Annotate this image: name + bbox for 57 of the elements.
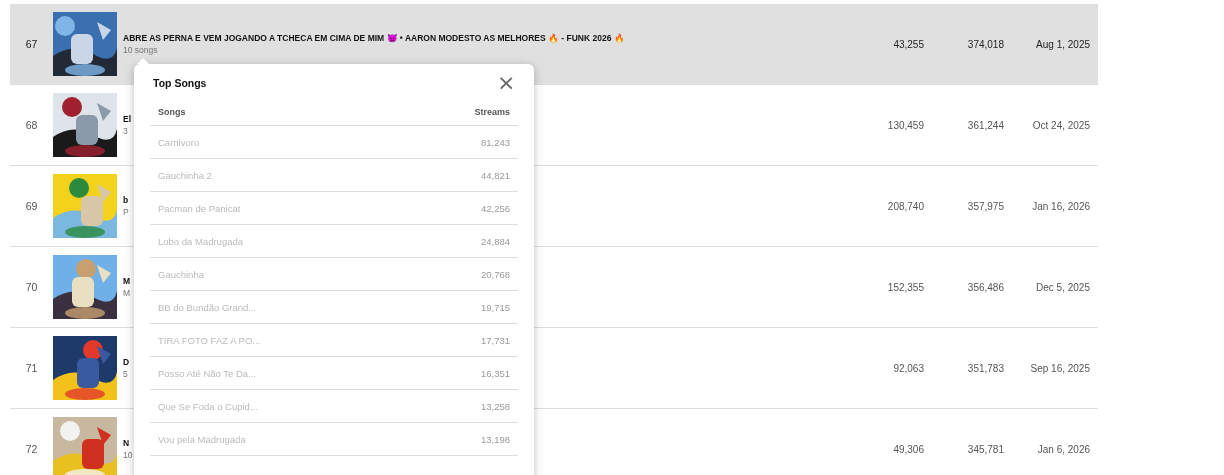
table-cell-text: 351,783 — [966, 362, 1004, 374]
stream-count: 17,731 — [480, 334, 510, 346]
playlist-title: ABRE AS PERNA E VEM JOGANDO A TCHECA EM CIMA DE MIM 😈 • AARON MODESTO AS MELHORES 🔥 - FUNK 2026 🔥 — [123, 33, 625, 43]
table-cell-text: 43,255 — [892, 38, 924, 50]
stream-count: 13,198 — [480, 433, 510, 445]
table-cell-text: 208,740 — [886, 200, 924, 212]
playlist-title: D — [123, 357, 130, 367]
rank-number: 72 — [24, 443, 39, 455]
stream-count: 81,243 — [480, 136, 510, 148]
stream-count: 16,351 — [480, 367, 510, 379]
stream-count: 42,256 — [480, 202, 510, 214]
song-name: Pacman de Panicat — [158, 202, 241, 214]
column-header: Streams — [474, 107, 510, 117]
date-cell-text: Jan 6, 2026 — [1036, 443, 1090, 455]
song-count: P — [123, 207, 129, 217]
song-count: 10 songs — [123, 45, 158, 55]
stream-count: 19,715 — [480, 301, 510, 313]
date-cell-text: Jan 16, 2026 — [1031, 200, 1090, 212]
date-cell-text: Sep 16, 2025 — [1029, 362, 1090, 374]
date-cell-text: Dec 5, 2025 — [1035, 281, 1090, 293]
stream-count: 20,768 — [480, 268, 510, 280]
song-name: Que Se Foda o Cupid... — [158, 400, 258, 412]
song-count: 3 — [123, 126, 128, 136]
rank-number: 67 — [24, 38, 39, 50]
playlist-title: M — [123, 276, 131, 286]
table-cell-text: 356,486 — [966, 281, 1004, 293]
stream-count: 24,884 — [480, 235, 510, 247]
rank-number: 68 — [24, 119, 39, 131]
playlist-title: El — [123, 114, 132, 124]
stream-count: 44,821 — [480, 169, 510, 181]
date-cell-text: Aug 1, 2025 — [1035, 38, 1090, 50]
song-name: Lobo da Madrugada — [158, 235, 244, 247]
song-name: Gauchinha 2 — [158, 169, 212, 181]
song-count: M — [123, 288, 131, 298]
song-count: 10 — [123, 450, 133, 460]
rank-number: 70 — [24, 281, 39, 293]
song-name: Vou pela Madrugada — [158, 433, 246, 445]
table-cell-text: 357,975 — [966, 200, 1004, 212]
table-cell-text: 152,355 — [886, 281, 924, 293]
playlist-title: N — [123, 438, 130, 448]
date-cell-text: Oct 24, 2025 — [1031, 119, 1090, 131]
table-cell-text: 345,781 — [966, 443, 1004, 455]
table-cell-text: 130,459 — [886, 119, 924, 131]
playlist-title: b — [123, 195, 129, 205]
song-count: 5 — [123, 369, 128, 379]
table-cell-text: 374,018 — [966, 38, 1004, 50]
column-header: Songs — [158, 107, 186, 117]
rank-number: 71 — [24, 362, 39, 374]
table-cell-text: 361,244 — [966, 119, 1004, 131]
table-cell-text: 92,063 — [892, 362, 924, 374]
stream-count: 13,258 — [480, 400, 510, 412]
song-name: Gauchinha — [158, 268, 204, 280]
song-name: BB do Bundão Grand... — [158, 301, 257, 313]
song-name: Carnivoro — [158, 136, 200, 148]
song-name: Posso Até Não Te Da... — [158, 367, 257, 379]
rank-number: 69 — [24, 200, 39, 212]
table-cell-text: 49,306 — [892, 443, 924, 455]
